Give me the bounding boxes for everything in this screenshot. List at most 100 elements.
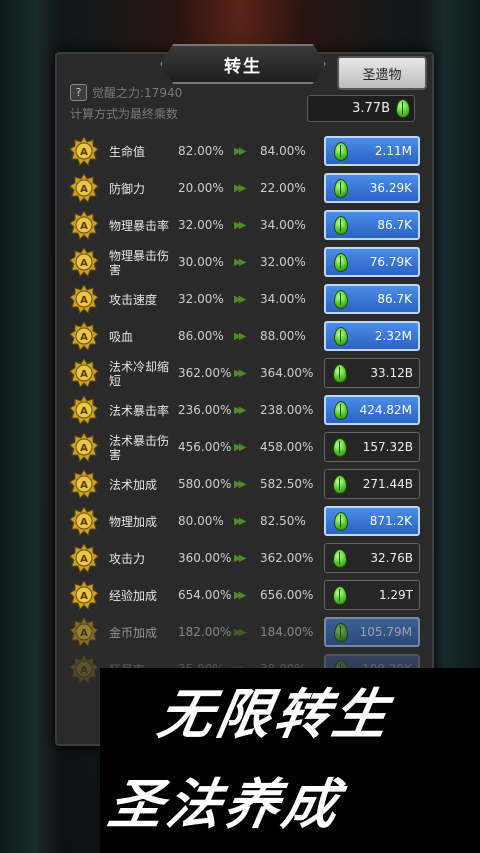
stat-row: A 物理暴击率 32.00% ▶▶ 34.00% 86.7K bbox=[66, 207, 426, 244]
stat-next: 84.00% bbox=[260, 144, 306, 158]
upgrade-cost: 105.79M bbox=[359, 625, 412, 639]
green-leaf-icon bbox=[334, 178, 348, 198]
double-arrow-icon: ▶▶ bbox=[234, 220, 247, 231]
stat-current: 32.00% bbox=[178, 292, 224, 306]
upgrade-button[interactable]: 36.29K bbox=[324, 173, 420, 203]
upgrade-cost: 1.29T bbox=[378, 588, 413, 602]
stat-row: A 法术暴击伤害 456.00% ▶▶ 458.00% 157.32B bbox=[66, 429, 426, 466]
stat-next: 364.00% bbox=[260, 366, 314, 380]
upgrade-button[interactable]: 424.82M bbox=[324, 395, 420, 425]
stat-row: A 物理加成 80.00% ▶▶ 82.50% 871.2K bbox=[66, 503, 426, 540]
upgrade-button[interactable]: 105.79M bbox=[324, 617, 420, 647]
upgrade-cost: 271.44B bbox=[362, 477, 413, 491]
stat-next: 656.00% bbox=[260, 588, 314, 602]
upgrade-button[interactable]: 1.29T bbox=[324, 580, 420, 610]
upgrade-button[interactable]: 86.7K bbox=[324, 284, 420, 314]
stat-name: 经验加成 bbox=[109, 588, 158, 603]
awaken-power-label: 觉醒之力:17940 bbox=[92, 86, 183, 100]
green-leaf-icon bbox=[333, 548, 347, 568]
banner-line-1: 无限转生 bbox=[153, 683, 397, 746]
stat-name: 吸血 bbox=[109, 329, 134, 344]
double-arrow-icon: ▶▶ bbox=[234, 257, 247, 268]
stat-next: 458.00% bbox=[260, 440, 314, 454]
stat-name: 物理暴击率 bbox=[109, 218, 170, 233]
upgrade-button[interactable]: 32.76B bbox=[324, 543, 420, 573]
upgrade-button[interactable]: 871.2K bbox=[324, 506, 420, 536]
green-leaf-icon bbox=[334, 400, 348, 420]
upgrade-cost: 424.82M bbox=[359, 403, 412, 417]
rank-medal-icon: A bbox=[69, 284, 99, 314]
stat-next: 82.50% bbox=[260, 514, 306, 528]
stat-next: 32.00% bbox=[260, 255, 306, 269]
rank-medal-icon: A bbox=[69, 358, 99, 388]
rank-medal-icon: A bbox=[69, 617, 99, 647]
upgrade-button[interactable]: 271.44B bbox=[324, 469, 420, 499]
stat-current: 580.00% bbox=[178, 477, 232, 491]
upgrade-button[interactable]: 157.32B bbox=[324, 432, 420, 462]
rank-medal-icon: A bbox=[69, 210, 99, 240]
upgrade-cost: 32.76B bbox=[370, 551, 413, 565]
svg-text:A: A bbox=[80, 258, 88, 269]
green-leaf-icon bbox=[334, 141, 348, 161]
green-leaf-icon bbox=[396, 99, 410, 118]
double-arrow-icon: ▶▶ bbox=[234, 294, 247, 305]
stat-row: A 生命值 82.00% ▶▶ 84.00% 2.11M bbox=[66, 133, 426, 170]
green-leaf-icon bbox=[334, 326, 348, 346]
stat-current: 80.00% bbox=[178, 514, 224, 528]
svg-text:A: A bbox=[80, 591, 88, 602]
double-arrow-icon: ▶▶ bbox=[234, 405, 247, 416]
green-leaf-icon bbox=[333, 585, 347, 605]
rank-medal-icon: A bbox=[69, 654, 99, 684]
upgrade-button[interactable]: 2.11M bbox=[324, 136, 420, 166]
rank-medal-icon: A bbox=[69, 580, 99, 610]
stat-row: A 法术加成 580.00% ▶▶ 582.50% 271.44B bbox=[66, 466, 426, 503]
svg-text:A: A bbox=[80, 665, 88, 676]
stat-next: 88.00% bbox=[260, 329, 306, 343]
upgrade-cost: 2.11M bbox=[374, 144, 412, 158]
green-leaf-icon bbox=[334, 215, 348, 235]
svg-text:A: A bbox=[80, 332, 88, 343]
green-leaf-icon bbox=[333, 437, 347, 457]
stat-row: A 法术暴击率 236.00% ▶▶ 238.00% 424.82M bbox=[66, 392, 426, 429]
stat-next: 238.00% bbox=[260, 403, 314, 417]
svg-text:A: A bbox=[80, 295, 88, 306]
currency-total-value: 3.77B bbox=[352, 101, 390, 116]
stat-row: A 法术冷却缩短 362.00% ▶▶ 364.00% 33.12B bbox=[66, 355, 426, 392]
upgrade-button[interactable]: 76.79K bbox=[324, 247, 420, 277]
double-arrow-icon: ▶▶ bbox=[234, 627, 247, 638]
upgrade-button[interactable]: 86.7K bbox=[324, 210, 420, 240]
svg-text:A: A bbox=[80, 221, 88, 232]
stat-row: A 金币加成 182.00% ▶▶ 184.00% 105.79M bbox=[66, 614, 426, 651]
svg-text:A: A bbox=[80, 406, 88, 417]
upgrade-button[interactable]: 2.32M bbox=[324, 321, 420, 351]
stat-current: 654.00% bbox=[178, 588, 232, 602]
stat-name: 法术暴击伤害 bbox=[109, 433, 170, 462]
upgrade-button[interactable]: 33.12B bbox=[324, 358, 420, 388]
stat-name: 法术加成 bbox=[109, 477, 158, 492]
stat-next: 34.00% bbox=[260, 218, 306, 232]
stat-current: 456.00% bbox=[178, 440, 232, 454]
upgrade-cost: 157.32B bbox=[362, 440, 413, 454]
stat-name: 攻击力 bbox=[109, 551, 146, 566]
stat-name: 物理暴击伤害 bbox=[109, 248, 170, 277]
relic-button[interactable]: 圣遗物 bbox=[337, 56, 427, 90]
svg-text:A: A bbox=[80, 554, 88, 565]
rank-medal-icon: A bbox=[69, 136, 99, 166]
rank-medal-icon: A bbox=[69, 469, 99, 499]
rank-medal-icon: A bbox=[69, 321, 99, 351]
double-arrow-icon: ▶▶ bbox=[234, 479, 247, 490]
double-arrow-icon: ▶▶ bbox=[234, 368, 247, 379]
svg-text:A: A bbox=[80, 517, 88, 528]
upgrade-cost: 36.29K bbox=[369, 181, 412, 195]
svg-text:A: A bbox=[80, 147, 88, 158]
stat-current: 182.00% bbox=[178, 625, 232, 639]
green-leaf-icon bbox=[333, 363, 347, 383]
stat-next: 582.50% bbox=[260, 477, 314, 491]
upgrade-cost: 871.2K bbox=[369, 514, 412, 528]
double-arrow-icon: ▶▶ bbox=[234, 516, 247, 527]
stat-row: A 防御力 20.00% ▶▶ 22.00% 36.29K bbox=[66, 170, 426, 207]
help-icon[interactable]: ? bbox=[70, 84, 87, 101]
svg-text:A: A bbox=[80, 184, 88, 195]
rank-medal-icon: A bbox=[69, 432, 99, 462]
calc-note: 计算方式为最终乘数 bbox=[70, 107, 179, 121]
